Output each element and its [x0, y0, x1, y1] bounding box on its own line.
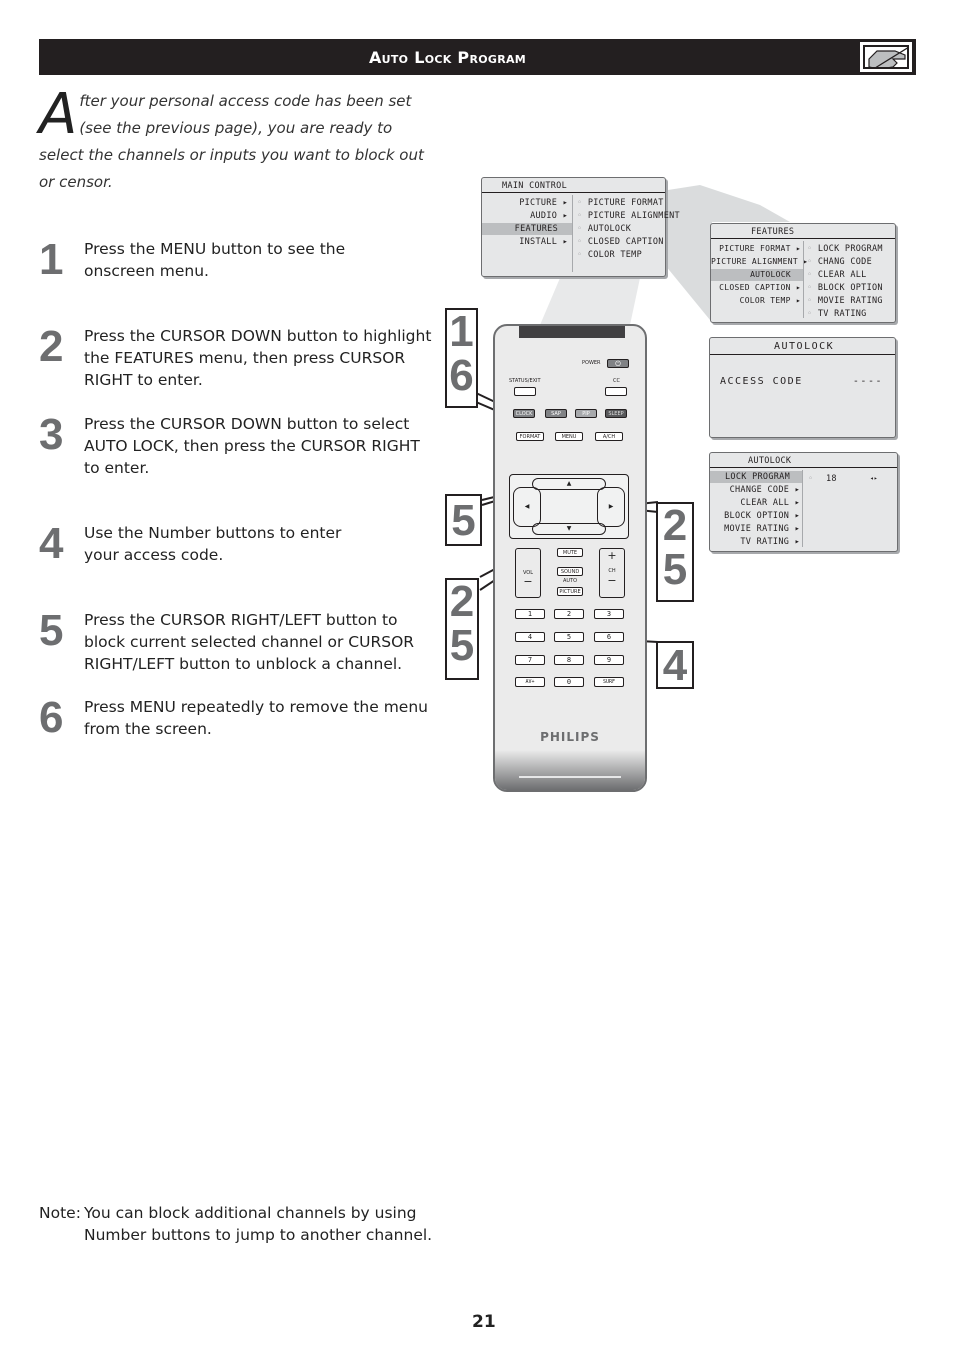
channel-rocker[interactable]: + CH −	[599, 548, 625, 598]
remote-control: POWER ⏻ STATUS/EXIT CC CLOCK SAP PIP SLE…	[493, 324, 647, 792]
remote-bottom-shade	[495, 750, 645, 790]
sound-button[interactable]: SOUND	[557, 567, 583, 576]
note-line-1: You can block additional channels by usi…	[84, 1204, 417, 1222]
callout-steps-2-5-right: 25	[656, 502, 694, 602]
format-button[interactable]: FORMAT	[516, 432, 544, 441]
sap-button[interactable]: SAP	[545, 409, 567, 418]
number-key-1[interactable]: 1	[515, 609, 545, 619]
note-line-2: Number buttons to jump to another channe…	[84, 1226, 433, 1244]
cursor-right-button[interactable]: ▶	[597, 487, 625, 527]
number-key-4[interactable]: 4	[515, 632, 545, 642]
picture-button[interactable]: PICTURE	[557, 587, 583, 596]
mute-button[interactable]: MUTE	[557, 548, 583, 557]
cursor-up-button[interactable]: ▲	[532, 478, 606, 490]
number-key-5[interactable]: 5	[554, 632, 584, 642]
number-key-7[interactable]: 7	[515, 655, 545, 665]
note-label: Note:	[39, 1204, 81, 1222]
auto-label: AUTO	[563, 578, 578, 584]
number-key-2[interactable]: 2	[554, 609, 584, 619]
number-key-0[interactable]: 0	[554, 677, 584, 687]
pip-button[interactable]: PIP	[575, 409, 597, 418]
number-key-6[interactable]: 6	[594, 632, 624, 642]
volume-rocker[interactable]: VOL −	[515, 548, 541, 598]
menu-button[interactable]: MENU	[555, 432, 583, 441]
cursor-left-button[interactable]: ◀	[513, 487, 541, 527]
page-number: 21	[472, 1312, 496, 1332]
status-exit-button[interactable]	[514, 387, 536, 396]
ch-down-icon[interactable]: −	[600, 574, 624, 588]
ir-window	[519, 326, 625, 338]
number-key-8[interactable]: 8	[554, 655, 584, 665]
callout-steps-2-5-down: 25	[445, 578, 479, 680]
cc-button[interactable]	[605, 387, 627, 396]
number-key-9[interactable]: 9	[594, 655, 624, 665]
cc-label: CC	[613, 378, 620, 384]
number-key-3[interactable]: 3	[594, 609, 624, 619]
power-label: POWER	[582, 360, 601, 366]
note: Note: You can block additional channels b…	[39, 1202, 432, 1246]
vol-down-icon[interactable]: −	[516, 576, 540, 588]
a-ch-button[interactable]: A/CH	[595, 432, 623, 441]
callout-steps-1-6: 16	[445, 308, 478, 408]
ch-up-icon[interactable]: +	[600, 549, 624, 563]
power-button[interactable]: ⏻	[607, 359, 629, 368]
callout-step-5-left: 5	[445, 494, 482, 546]
sleep-button[interactable]: SLEEP	[605, 409, 627, 418]
callout-step-4-numbers: 4	[656, 641, 694, 689]
cursor-pad: ▲ ▼ ◀ ▶	[509, 474, 629, 539]
av-button[interactable]: AV+	[515, 677, 545, 687]
clock-button[interactable]: CLOCK	[513, 409, 535, 418]
surf-button[interactable]: SURF	[594, 677, 624, 687]
status-exit-label: STATUS/EXIT	[509, 378, 541, 384]
cursor-down-button[interactable]: ▼	[532, 523, 606, 535]
brand-logo: PHILIPS	[540, 730, 600, 744]
